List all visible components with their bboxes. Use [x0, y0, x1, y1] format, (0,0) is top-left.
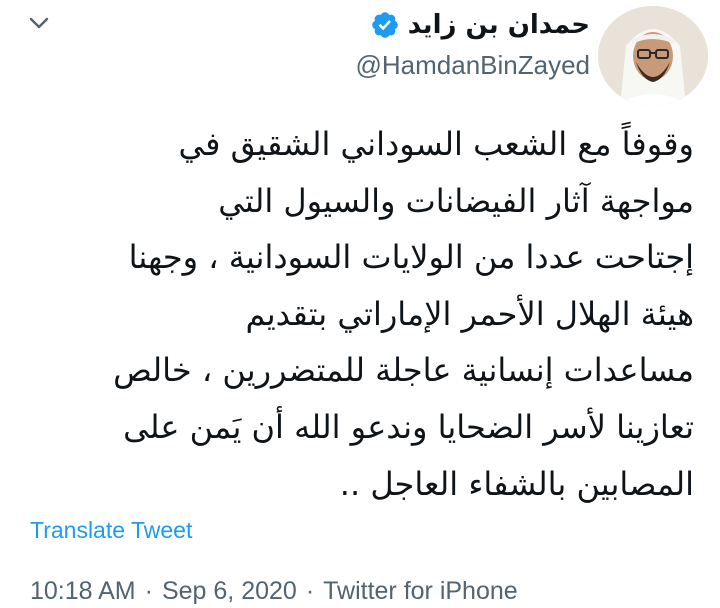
author-display-name[interactable]: حمدان بن زايد — [408, 8, 590, 42]
tweet-date[interactable]: Sep 6, 2020 — [162, 577, 297, 605]
tweet-source[interactable]: Twitter for iPhone — [323, 577, 518, 605]
tweet-time[interactable]: 10:18 AM — [30, 577, 136, 605]
tweet: حمدان بن زايد @HamdanBinZayed وقوفاً مع … — [0, 0, 720, 608]
meta-separator: · — [144, 577, 153, 605]
meta-separator: · — [305, 577, 315, 605]
avatar[interactable] — [598, 6, 708, 106]
tweet-header: حمدان بن زايد @HamdanBinZayed — [0, 0, 720, 110]
chevron-down-icon — [29, 17, 49, 29]
tweet-menu-button[interactable] — [22, 6, 56, 40]
author-handle[interactable]: @HamdanBinZayed — [355, 50, 590, 80]
verified-badge-icon — [371, 12, 398, 38]
tweet-text: وقوفاً مع الشعب السوداني الشقيق في مواجه… — [113, 125, 694, 503]
author-name-row[interactable]: حمدان بن زايد — [370, 8, 590, 42]
tweet-meta: 10:18 AM · Sep 6, 2020 · Twitter for iPhone — [30, 576, 518, 606]
translate-tweet-link[interactable]: Translate Tweet — [30, 516, 192, 544]
